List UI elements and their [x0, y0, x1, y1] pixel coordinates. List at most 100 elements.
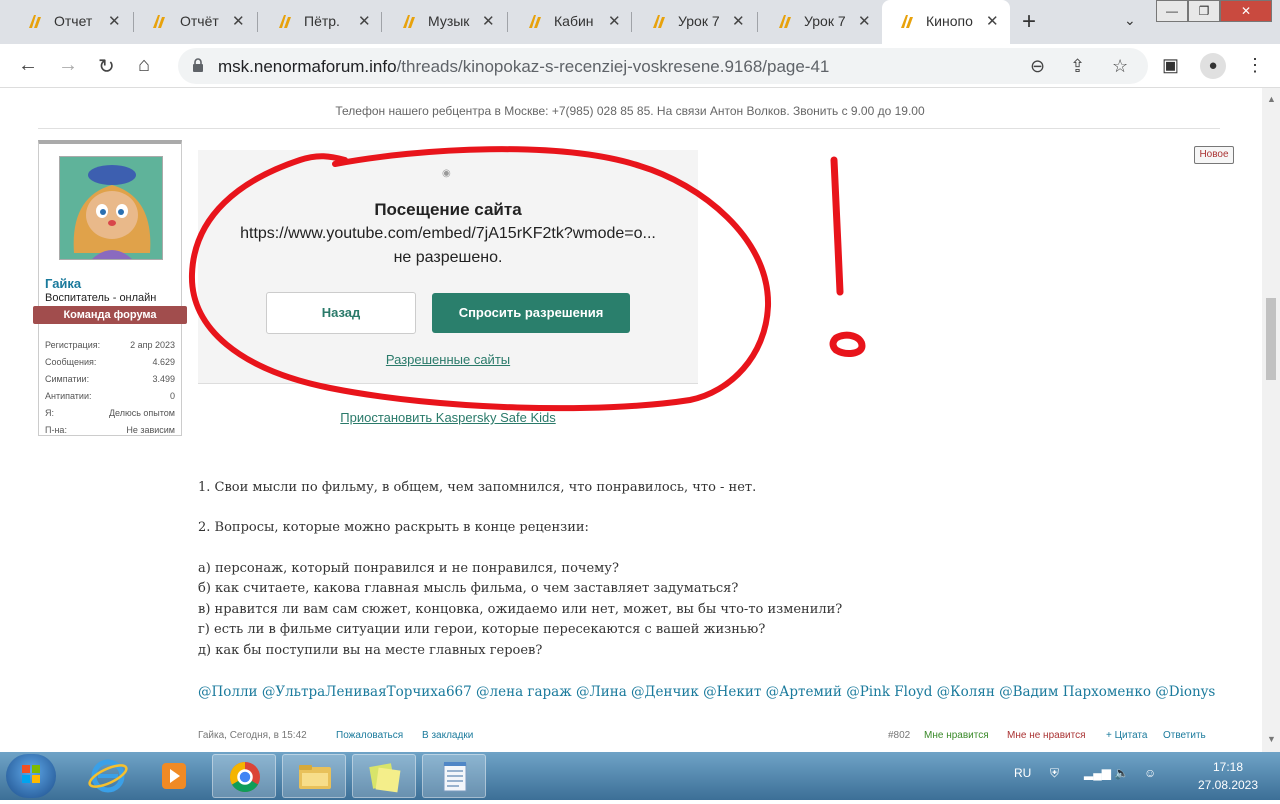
side-panel-icon[interactable]: ▣	[1162, 55, 1179, 76]
restore-button[interactable]: ❐	[1188, 0, 1220, 22]
zoom-icon[interactable]: ⊖	[1030, 56, 1045, 77]
close-icon[interactable]: ✕	[358, 12, 371, 30]
tab-4[interactable]: Музык ✕	[382, 0, 508, 44]
close-icon[interactable]: ✕	[108, 12, 121, 30]
reload-icon[interactable]: ↻	[98, 54, 115, 79]
tab-7[interactable]: Урок 7 ✕	[758, 0, 882, 44]
minimize-button[interactable]: —	[1156, 0, 1188, 22]
browser-toolbar: ← → ↻ ⌂ msk.nenormaforum.info/threads/ki…	[0, 44, 1280, 88]
mentions-links[interactable]: @Полли @УльтраЛениваяТорчиха667 @лена га…	[198, 684, 1215, 700]
chevron-down-icon[interactable]: ⌄	[1124, 12, 1136, 29]
forum-favicon-icon	[279, 15, 291, 28]
internet-explorer-icon	[88, 759, 128, 793]
back-arrow-icon[interactable]: ←	[18, 54, 38, 77]
tab-title: Пётр.	[304, 13, 340, 29]
close-icon[interactable]: ✕	[608, 12, 621, 30]
post-line: в) нравится ли вам сам сюжет, концовка, …	[198, 602, 843, 617]
scroll-thumb[interactable]	[1266, 298, 1276, 380]
avatar[interactable]	[59, 156, 163, 260]
shield-icon: ◉	[442, 168, 451, 179]
media-player-taskbar-app[interactable]	[142, 754, 206, 798]
reply-link[interactable]: Ответить	[1163, 730, 1206, 741]
user-tray-icon[interactable]: ☺	[1144, 766, 1156, 780]
post-line: а) персонаж, который понравился и не пон…	[198, 561, 619, 576]
tab-1[interactable]: Отчет ✕	[0, 0, 134, 44]
forum-favicon-icon	[653, 15, 665, 28]
scroll-up-icon[interactable]: ▲	[1267, 94, 1276, 104]
report-link[interactable]: Пожаловаться	[336, 730, 403, 741]
scroll-down-icon[interactable]: ▼	[1267, 734, 1276, 744]
volume-icon[interactable]: 🔈	[1114, 766, 1129, 780]
stat-row: Регистрация: 2 апр 2023	[45, 340, 175, 350]
blocked-status: не разрешено.	[393, 249, 503, 266]
allowed-sites-link[interactable]: Разрешенные сайты	[198, 352, 698, 367]
blocked-url: https://www.youtube.com/embed/7jA15rKF2t…	[240, 225, 656, 242]
forum-favicon-icon	[153, 15, 165, 28]
forum-favicon-icon	[901, 15, 913, 28]
stat-row: Антипатии: 0	[45, 391, 175, 401]
kaspersky-tray-icon[interactable]: ⛨	[1050, 766, 1059, 781]
tab-title: Кинопо	[926, 13, 973, 29]
new-tab-button[interactable]: +	[1022, 8, 1036, 36]
stat-row: П-на: Не зависим	[45, 425, 175, 435]
dislike-link[interactable]: Мне не нравится	[1007, 730, 1085, 741]
page-scrollbar[interactable]: ▲ ▼	[1262, 88, 1280, 752]
start-button[interactable]	[6, 754, 56, 798]
system-clock[interactable]: 17:18 27.08.2023	[1192, 758, 1264, 794]
back-button[interactable]: Назад	[266, 292, 416, 334]
home-icon[interactable]: ⌂	[138, 54, 150, 77]
folder-icon	[299, 765, 331, 789]
share-icon[interactable]: ⇪	[1070, 56, 1085, 77]
clock-date: 27.08.2023	[1197, 778, 1259, 792]
media-player-icon	[162, 763, 186, 789]
post-number[interactable]: #802	[888, 730, 910, 741]
tab-5[interactable]: Кабин ✕	[508, 0, 632, 44]
quote-link[interactable]: + Цитата	[1106, 730, 1147, 741]
forum-favicon-icon	[29, 15, 41, 28]
ask-permission-button[interactable]: Спросить разрешения	[432, 293, 630, 333]
post-line: д) как бы поступили вы на месте главных …	[198, 643, 543, 658]
close-window-button[interactable]: ✕	[1220, 0, 1272, 22]
clock-time: 17:18	[1212, 760, 1244, 774]
tab-2[interactable]: Отчёт ✕	[134, 0, 258, 44]
chrome-taskbar-app[interactable]	[212, 754, 276, 798]
notepad-taskbar-app[interactable]	[422, 754, 486, 798]
star-icon[interactable]: ☆	[1112, 56, 1128, 77]
tab-title: Отчёт	[180, 13, 219, 29]
close-icon[interactable]: ✕	[858, 12, 871, 30]
lock-icon	[193, 58, 203, 72]
pause-kaspersky-link[interactable]: Приостановить Kaspersky Safe Kids	[198, 410, 698, 425]
header-notice: Телефон нашего ребцентра в Москве: +7(98…	[335, 104, 925, 118]
forum-favicon-icon	[529, 15, 541, 28]
address-bar[interactable]: msk.nenormaforum.info/threads/kinopokaz-…	[178, 48, 1148, 84]
close-icon[interactable]: ✕	[986, 12, 999, 30]
new-badge: Новое	[1194, 146, 1234, 164]
network-signal-icon[interactable]: ▂▄▆	[1084, 766, 1111, 780]
profile-avatar-icon[interactable]: ●	[1200, 53, 1226, 79]
menu-dots-icon[interactable]: ⋮	[1246, 55, 1264, 76]
like-link[interactable]: Мне нравится	[924, 730, 989, 741]
post-line: б) как считаете, какова главная мысль фи…	[198, 581, 739, 596]
close-icon[interactable]: ✕	[482, 12, 495, 30]
forward-arrow-icon[interactable]: →	[58, 54, 78, 77]
tab-title: Кабин	[554, 13, 594, 29]
url-text: msk.nenormaforum.info/threads/kinopokaz-…	[218, 57, 830, 76]
post-line: г) есть ли в фильме ситуации или герои, …	[198, 622, 766, 637]
explorer-taskbar-app[interactable]	[282, 754, 346, 798]
tab-8-active[interactable]: Кинопо ✕	[882, 0, 1010, 44]
tab-3[interactable]: Пётр. ✕	[258, 0, 382, 44]
language-indicator[interactable]: RU	[1014, 766, 1031, 780]
stat-row: Сообщения: 4.629	[45, 357, 175, 367]
stat-row: Симпатии: 3.499	[45, 374, 175, 384]
username[interactable]: Гайка	[45, 276, 81, 291]
post-line: 2. Вопросы, которые можно раскрыть в кон…	[198, 520, 589, 535]
ie-taskbar-app[interactable]	[76, 754, 140, 798]
close-icon[interactable]: ✕	[232, 12, 245, 30]
bookmark-link[interactable]: В закладки	[422, 730, 473, 741]
post-meta: Гайка, Сегодня, в 15:42	[198, 730, 307, 741]
close-icon[interactable]: ✕	[732, 12, 745, 30]
tab-6[interactable]: Урок 7 ✕	[632, 0, 758, 44]
blocked-site-card: ◉ Посещение сайта https://www.youtube.co…	[198, 150, 698, 384]
stat-row: Я: Делюсь опытом	[45, 408, 175, 418]
sticky-notes-taskbar-app[interactable]	[352, 754, 416, 798]
